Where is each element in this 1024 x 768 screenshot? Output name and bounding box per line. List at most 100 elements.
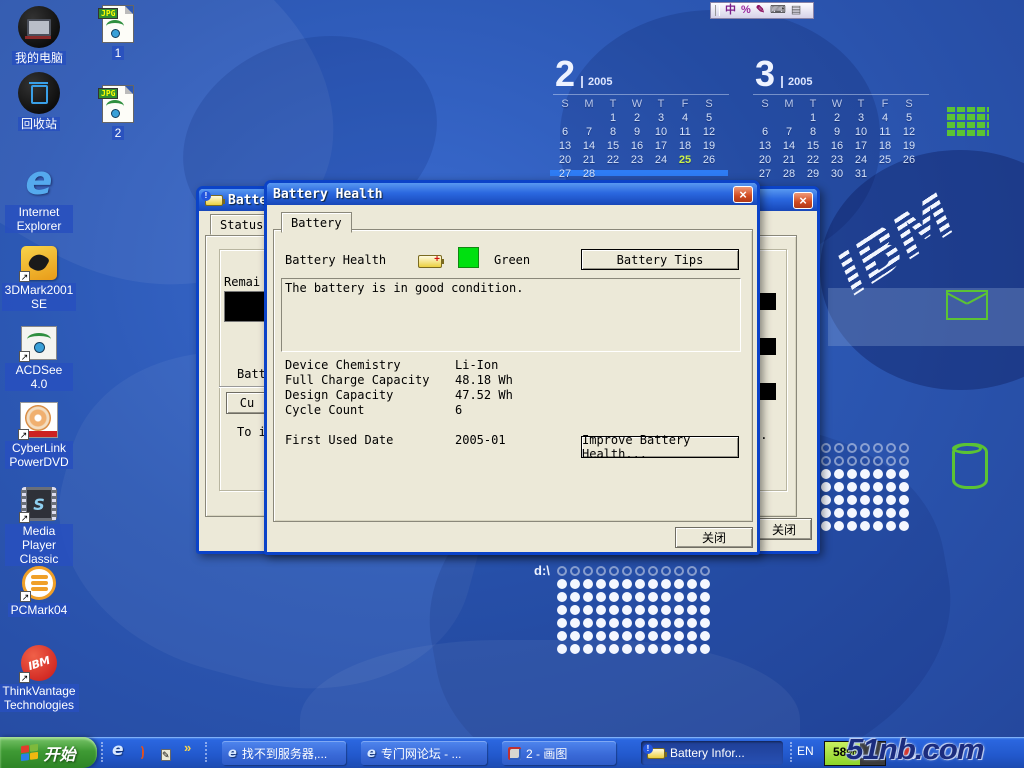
ime-mode-icon[interactable]: % <box>741 3 751 18</box>
recycle-bin-icon <box>18 72 60 114</box>
calendar-day-cell: F <box>873 98 897 110</box>
shortcut-arrow-icon: ↗ <box>18 429 29 440</box>
wallpaper-dot <box>834 469 844 479</box>
wallpaper-dot <box>899 521 909 531</box>
wallpaper-dot <box>899 469 909 479</box>
close-icon[interactable]: × <box>793 192 813 209</box>
calendar-day-cell: S <box>753 98 777 110</box>
start-button[interactable]: 开始 <box>0 737 97 768</box>
desktop-icon-pcmark04[interactable]: ↗ PCMark04 <box>5 566 73 617</box>
calendar-day-cell <box>601 168 625 180</box>
wallpaper-dot <box>609 631 619 641</box>
desktop-icon-media-player-classic[interactable]: S↗ Media Player Classic <box>5 487 73 566</box>
calendar-day-cell: 8 <box>601 126 625 138</box>
wallpaper-dot <box>821 508 831 518</box>
info-label: Full Charge Capacity <box>285 373 430 387</box>
wallpaper-dot <box>899 495 909 505</box>
calendar-day-cell: 7 <box>577 126 601 138</box>
show-desktop-icon[interactable]: ✎ <box>161 749 171 761</box>
desktop-icon-recycle-bin[interactable]: 回收站 <box>5 72 73 131</box>
internet-explorer-icon: e <box>25 158 52 204</box>
taskbar-task-battery-information[interactable]: ! Battery Infor... <box>641 741 783 765</box>
info-label: Device Chemistry <box>285 358 401 372</box>
language-bar[interactable]: 中 % ✎ ⌨ ▤ <box>710 2 814 19</box>
wallpaper-dot <box>886 521 896 531</box>
wallpaper-dot <box>661 579 671 589</box>
taskbar-task-paint[interactable]: 2 - 画图 <box>502 741 616 765</box>
wallpaper-dot <box>886 508 896 518</box>
desktop-icon-my-computer[interactable]: 我的电脑 <box>5 6 73 65</box>
calendar-day-cell: M <box>777 98 801 110</box>
quick-launch-ie-icon[interactable]: e <box>112 740 124 760</box>
wallpaper-dot <box>570 644 580 654</box>
calendar-day-cell: M <box>577 98 601 110</box>
wallpaper-dot <box>674 592 684 602</box>
title-bar[interactable]: Battery Health × <box>267 183 757 205</box>
wallpaper-dot <box>635 592 645 602</box>
calendar-day-cell: 9 <box>625 126 649 138</box>
wallpaper-dot <box>570 618 580 628</box>
wallpaper-dot <box>674 579 684 589</box>
wallpaper-dot <box>847 521 857 531</box>
desktop-file-jpg-1[interactable]: JPG 1 <box>95 5 141 60</box>
calendar-day-cell: 7 <box>777 126 801 138</box>
ime-menu-icon[interactable]: ▤ <box>791 3 801 18</box>
keyboard-icon[interactable]: ⌨ <box>770 3 786 18</box>
jpg-file-icon: JPG <box>102 5 134 43</box>
desktop-icon-powerdvd[interactable]: ↗ CyberLink PowerDVD <box>5 402 73 469</box>
wallpaper-dot <box>557 631 567 641</box>
calendar-day-cell: 29 <box>801 168 825 180</box>
desktop-icon-3dmark2001[interactable]: ↗ 3DMark2001 SE <box>5 246 73 311</box>
desktop-file-jpg-2[interactable]: JPG 2 <box>95 85 141 140</box>
taskbar-task-forum[interactable]: e 专门网论坛 - ... <box>361 741 487 765</box>
condition-box: The battery is in good condition. <box>281 278 741 352</box>
wallpaper-dot <box>700 644 710 654</box>
improve-battery-health-button[interactable]: Improve Battery Health... <box>581 436 739 458</box>
calendar-day-cell: S <box>553 98 577 110</box>
wallpaper-dot <box>674 605 684 615</box>
battery-app-icon: ! <box>647 748 665 759</box>
calendar-day-cell: 25 <box>873 154 897 166</box>
language-indicator[interactable]: EN <box>797 744 814 758</box>
wallpaper-dot <box>596 566 606 576</box>
calendar-day-cell: 27 <box>753 168 777 180</box>
wallpaper-dot <box>834 456 844 466</box>
desktop-icon-internet-explorer[interactable]: e Internet Explorer <box>5 160 73 233</box>
calendar-day-cell: 18 <box>673 140 697 152</box>
calendar-month-number: 2 <box>555 59 575 90</box>
calendar-day-cell: 3 <box>849 112 873 124</box>
ime-pen-icon[interactable]: ✎ <box>756 3 765 18</box>
desktop-icon-thinkvantage[interactable]: IBM↗ ThinkVantage Technologies <box>5 645 73 712</box>
wallpaper-dot <box>700 605 710 615</box>
wallpaper-dot <box>860 508 870 518</box>
info-value: 47.52 Wh <box>455 388 513 402</box>
battery-tips-button[interactable]: Battery Tips <box>581 249 739 270</box>
calendar-day-cell: 5 <box>897 112 921 124</box>
quick-launch-chevron-icon[interactable]: » <box>184 740 191 755</box>
icon-label: 3DMark2001 SE <box>2 283 77 311</box>
wallpaper-dot <box>570 579 580 589</box>
envelope-icon <box>946 290 988 320</box>
desktop-icon-acdsee[interactable]: ↗ ACDSee 4.0 <box>5 326 73 391</box>
ime-chinese-icon[interactable]: 中 <box>725 3 736 18</box>
wallpaper-dot <box>674 644 684 654</box>
close-icon[interactable]: × <box>733 186 753 203</box>
wallpaper-dot <box>570 566 580 576</box>
calendar-day-cell: 19 <box>697 140 721 152</box>
tab-battery[interactable]: Battery <box>281 212 352 233</box>
calendar-grid: SMTWTFS123456789101112131415161718192021… <box>553 98 729 180</box>
taskbar-task-server-not-found[interactable]: e 找不到服务器,... <box>222 741 346 765</box>
current-button-fragment[interactable]: Cu <box>226 392 268 414</box>
shortcut-arrow-icon: ↗ <box>20 591 31 602</box>
wallpaper-dot <box>847 495 857 505</box>
close-button[interactable]: 关闭 <box>675 527 753 548</box>
wallpaper-dot <box>609 618 619 628</box>
close-button[interactable]: 关闭 <box>756 518 812 540</box>
wallpaper-dot <box>873 495 883 505</box>
calendar-day-cell: 21 <box>777 154 801 166</box>
language-bar-handle[interactable] <box>715 5 720 16</box>
icon-label: ACDSee 4.0 <box>5 363 73 391</box>
wallpaper-dot <box>557 605 567 615</box>
database-cylinder-icon <box>952 443 988 489</box>
calendar-day-cell: 20 <box>753 154 777 166</box>
